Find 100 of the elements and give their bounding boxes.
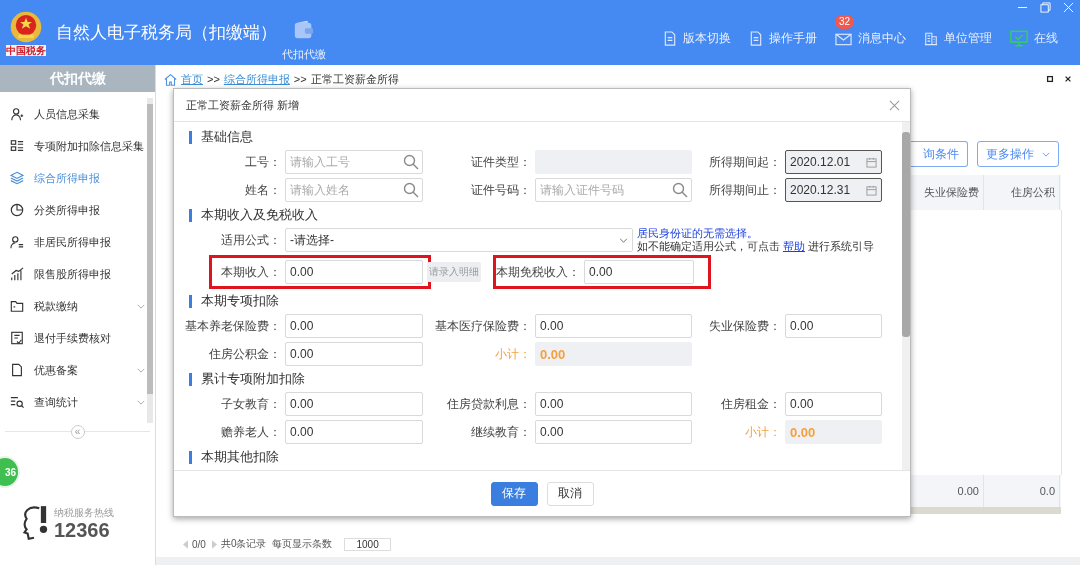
monitor-icon (1010, 30, 1028, 47)
field-label: 工号： (244, 153, 282, 171)
list-icon (10, 139, 24, 153)
field-label: 住房公积金： (208, 345, 282, 363)
person-icon (10, 235, 24, 249)
emblem-caption: 中国税务 (6, 44, 46, 56)
chevron-down-icon (137, 303, 145, 309)
field-label: 赡养老人： (220, 423, 282, 441)
sidebar-item[interactable]: 查询统计 (0, 386, 147, 418)
maximize-icon[interactable] (1046, 75, 1054, 83)
sidebar-item[interactable]: 非居民所得申报 (0, 226, 147, 258)
query-icon (10, 395, 24, 409)
scrollbar[interactable] (147, 98, 153, 423)
next-icon[interactable] (211, 539, 217, 549)
user-icon (10, 107, 24, 121)
field-label: 基本养老保险费： (184, 317, 282, 335)
field-label: 证件号码： (470, 181, 532, 199)
sidebar-item[interactable]: 综合所得申报 (0, 162, 147, 194)
input-field[interactable]: 0.00 (285, 260, 423, 284)
cancel-button[interactable]: 取消 (546, 481, 594, 506)
pie-icon (10, 203, 24, 217)
field-label: 本期免税收入： (496, 263, 581, 281)
input-field[interactable]: 0.00 (285, 314, 423, 338)
page-size-field[interactable]: 1000 (344, 537, 391, 551)
wallet-icon (293, 19, 315, 41)
field-label: 住房租金： (720, 395, 782, 413)
input-field[interactable]: 0.00 (535, 314, 692, 338)
date-field[interactable]: 2020.12.01 (785, 150, 882, 174)
page-size-label: 每页显示条数 (272, 537, 333, 551)
page-icon (10, 363, 24, 377)
toolbar-button[interactable]: 更多操作 (977, 141, 1059, 167)
select-field[interactable]: -请选择- (285, 228, 633, 252)
page-indicator: 0/0 (192, 538, 206, 550)
app-title: 自然人电子税务局（扣缴端） (56, 22, 278, 44)
calendar-icon (866, 156, 877, 168)
input-field[interactable]: 0.00 (285, 392, 423, 416)
building-icon (924, 31, 938, 46)
date-field[interactable]: 2020.12.31 (785, 178, 882, 202)
breadcrumb-link[interactable]: 首页 (181, 71, 203, 87)
home-icon[interactable] (164, 72, 177, 86)
field-label: 小计： (744, 423, 782, 441)
input-field[interactable]: 0.00 (285, 420, 423, 444)
sidebar-item[interactable]: 退付手续费核对 (0, 322, 147, 354)
field-label: 失业保险费： (708, 317, 782, 335)
input-field[interactable]: 0.00 (785, 392, 882, 416)
breadcrumb-separator: >> (293, 73, 307, 85)
input-field[interactable]: 0.00 (535, 420, 692, 444)
subtotal-value: 0.00 (785, 420, 882, 444)
input-field[interactable]: 0.00 (285, 342, 423, 366)
note-text: 居民身份证的无需选择。 (637, 227, 759, 240)
hotline-label: 纳税服务热线 (54, 506, 114, 520)
layers-icon (10, 171, 24, 185)
dialog-title: 正常工资薪金所得 新增 (186, 97, 300, 113)
input-field[interactable]: 0.00 (785, 314, 882, 338)
section-title: 本期收入及免税收入 (201, 206, 318, 224)
section-title: 累计专项附加扣除 (201, 370, 305, 388)
chevron-down-icon (619, 237, 628, 243)
search-field[interactable]: 请输入工号 (285, 150, 423, 174)
help-link[interactable]: 帮助 (782, 240, 805, 252)
hint-text: 如不能确定适用公式，可点击 帮助 进行系统引导 (637, 240, 874, 253)
field-label: 基本医疗保险费： (434, 317, 532, 335)
search-field[interactable]: 请输入姓名 (285, 178, 423, 202)
close-icon[interactable] (1064, 75, 1072, 83)
chevron-down-icon (1042, 151, 1050, 157)
document-icon (749, 31, 763, 46)
sidebar-item[interactable]: 限售股所得申报 (0, 258, 147, 290)
field-label: 证件类型： (470, 153, 532, 171)
input-field[interactable]: 0.00 (584, 260, 694, 284)
restore-icon[interactable] (1040, 2, 1051, 13)
field-label: 所得期间起： (708, 153, 782, 171)
chevron-down-icon (137, 399, 145, 405)
save-button[interactable]: 保存 (490, 481, 538, 506)
folder-icon (10, 299, 24, 313)
breadcrumb-separator: >> (207, 73, 220, 85)
breadcrumb-link[interactable]: 综合所得申报 (223, 71, 290, 87)
field-label: 本期收入： (220, 263, 282, 281)
scrollbar[interactable] (908, 507, 1061, 514)
input-field[interactable]: 0.00 (535, 392, 692, 416)
breadcrumb-current: 正常工资薪金所得 (310, 71, 399, 87)
field-label: 小计： (494, 345, 532, 363)
previous-icon[interactable] (183, 539, 188, 549)
check-icon (10, 331, 24, 345)
document-icon (663, 31, 677, 46)
record-count: 共0条记录 (220, 537, 267, 551)
sidebar-item[interactable]: 税款缴纳 (0, 290, 147, 322)
sidebar-item[interactable]: 优惠备案 (0, 354, 147, 386)
column-header: 住房公积 (984, 175, 1060, 210)
search-icon (672, 182, 688, 198)
field-label: 所得期间止： (708, 181, 782, 199)
sidebar-item[interactable]: 专项附加扣除信息采集 (0, 130, 147, 162)
subtotal-value: 0.00 (535, 342, 692, 366)
calendar-icon (866, 184, 877, 196)
search-field[interactable]: 请输入证件号码 (535, 178, 692, 202)
field-label: 继续教育： (470, 423, 532, 441)
chevron-down-icon (137, 367, 145, 373)
sidebar-item[interactable]: 人员信息采集 (0, 98, 147, 130)
section-title: 本期专项扣除 (201, 292, 279, 310)
scrollbar[interactable] (902, 122, 910, 470)
sidebar-item[interactable]: 分类所得申报 (0, 194, 147, 226)
count-badge: 32 (835, 15, 855, 29)
